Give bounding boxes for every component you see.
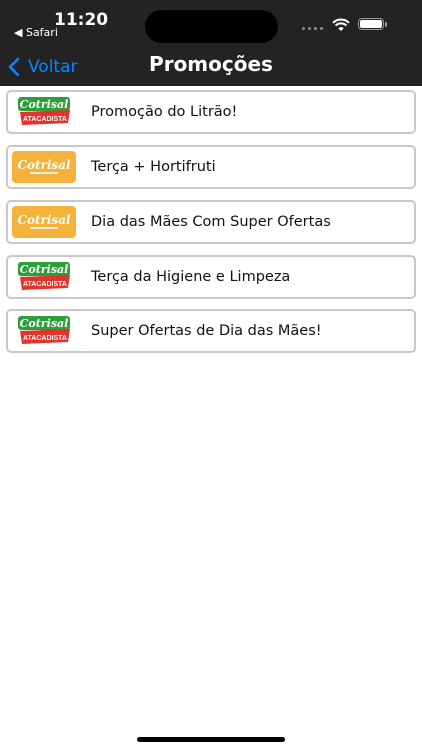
app-header: 11:20 ◀ Safari Voltar Promoções [0, 0, 422, 86]
back-to-safari-link[interactable]: ◀ Safari [14, 26, 58, 39]
cotrisal-atacadista-logo: Cotrisal ATACADISTA [12, 315, 76, 347]
cotrisal-supermercado-logo: Cotrisal [12, 206, 76, 238]
list-item-label: Promoção do Litrão! [91, 104, 238, 120]
svg-text:ATACADISTA: ATACADISTA [23, 335, 67, 342]
list-item-label: Super Ofertas de Dia das Mães! [91, 323, 322, 339]
svg-text:ATACADISTA: ATACADISTA [23, 281, 67, 288]
list-item-label: Terça da Higiene e Limpeza [91, 269, 291, 285]
cotrisal-supermercado-logo: Cotrisal [12, 151, 76, 183]
cotrisal-atacadista-logo: Cotrisal ATACADISTA [12, 261, 76, 293]
svg-text:Cotrisal: Cotrisal [20, 317, 69, 330]
svg-text:ATACADISTA: ATACADISTA [23, 116, 67, 123]
svg-text:Cotrisal: Cotrisal [20, 98, 69, 111]
dynamic-island [145, 10, 278, 43]
list-item-label: Terça + Hortifruti [91, 159, 216, 175]
list-item-label: Dia das Mães Com Super Ofertas [91, 214, 331, 230]
list-item[interactable]: Cotrisal ATACADISTA Promoção do Litrão! [6, 90, 416, 134]
battery-icon [358, 18, 387, 30]
list-item[interactable]: Cotrisal Terça + Hortifruti [6, 145, 416, 189]
list-item[interactable]: Cotrisal ATACADISTA Super Ofertas de Dia… [6, 309, 416, 353]
list-item[interactable]: Cotrisal Dia das Mães Com Super Ofertas [6, 200, 416, 244]
list-item[interactable]: Cotrisal ATACADISTA Terça da Higiene e L… [6, 255, 416, 299]
svg-text:Cotrisal: Cotrisal [17, 213, 71, 227]
svg-text:Cotrisal: Cotrisal [17, 158, 71, 172]
status-time: 11:20 [54, 10, 109, 30]
svg-text:Cotrisal: Cotrisal [20, 263, 69, 276]
wifi-icon [332, 18, 350, 31]
cotrisal-atacadista-logo: Cotrisal ATACADISTA [12, 96, 76, 128]
page-title: Promoções [149, 52, 273, 76]
signal-dots-icon [302, 27, 324, 31]
home-indicator[interactable] [137, 737, 285, 742]
